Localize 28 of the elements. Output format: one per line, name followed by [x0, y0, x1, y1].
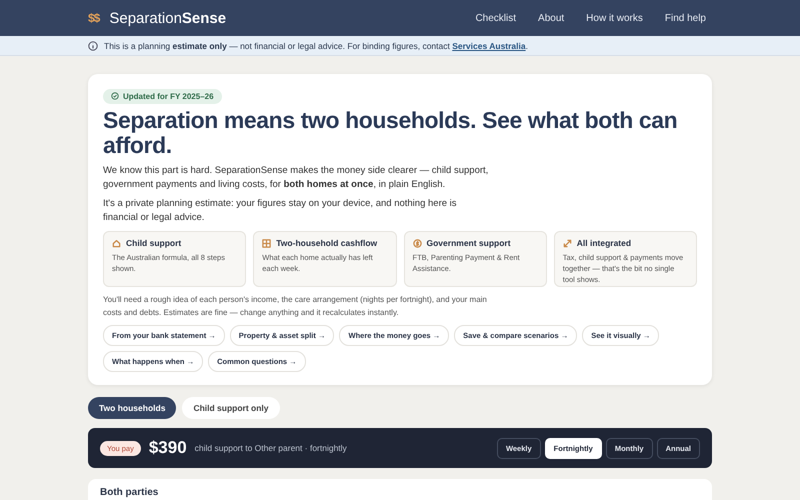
mode-tab[interactable]: Child support only	[182, 397, 280, 419]
privacy-text: It's a private planning estimate: your figures stay on your device, and nothing here is financial or legal advice.	[103, 197, 458, 225]
check-circle-icon	[111, 92, 119, 100]
section-title: Both parties	[100, 487, 160, 498]
nav-link[interactable]: About	[538, 12, 564, 24]
brand-name: SeparationSense	[109, 10, 226, 26]
notice-text: This is a planning estimate only — not financial or legal advice. For binding figures, contact Services Australia.	[104, 40, 528, 50]
house-icon	[112, 238, 121, 248]
grid-icon	[262, 238, 272, 248]
hero-title: Separation means two households. See what both can afford.	[103, 108, 678, 158]
feature-title: Government support	[426, 238, 511, 248]
nav-link[interactable]: Checklist	[475, 12, 516, 24]
payment-description: child support to Other parent · fortnightly	[194, 443, 347, 453]
arrows-icon	[562, 238, 572, 248]
nav-link[interactable]: How it works	[586, 12, 643, 24]
intro-text: We know this part is hard. SeparationSense makes the money side clearer — child support, government payments and living costs, for both homes at once, in plain English.	[103, 164, 490, 192]
payment-amount: $390	[148, 438, 187, 458]
feature-title: Two-household cashflow	[276, 238, 378, 248]
needs-text: You'll need a rough idea of each person's income, the care arrangement (nights per fortnight), and your main costs and debts. Estimates are fine — change anything and it recalculates instantly.	[103, 294, 488, 319]
nav-link[interactable]: Find help	[664, 12, 706, 24]
feature-title: All integrated	[576, 238, 632, 248]
updated-badge: Updated for FY 2025–26	[103, 88, 222, 104]
dollar-icon	[412, 238, 422, 248]
mode-tab[interactable]: Two households	[88, 397, 176, 419]
info-icon	[88, 40, 98, 50]
services-link[interactable]: Services Australia	[452, 40, 526, 50]
logo-icon: $$	[88, 11, 100, 25]
feature-title: Child support	[126, 238, 182, 248]
